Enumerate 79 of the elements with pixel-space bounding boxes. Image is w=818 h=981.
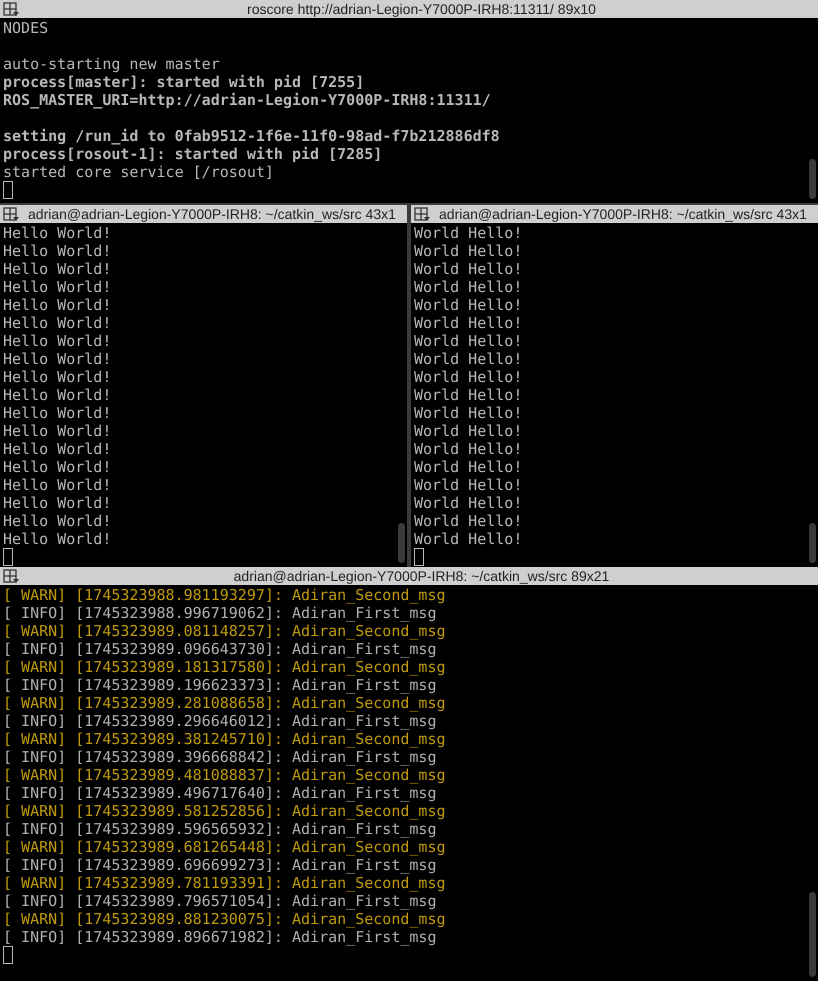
- scrollbar-thumb[interactable]: [808, 159, 816, 199]
- scrollbar-thumb[interactable]: [808, 523, 816, 563]
- terminal-line: World Hello!: [414, 476, 524, 494]
- terminal-line: World Hello!: [414, 386, 524, 404]
- terminal-line: Hello World!: [3, 458, 112, 476]
- terminal-line: [ WARN] [1745323989.881230075]: Adiran_Second_msg: [3, 910, 447, 928]
- terminal-line: [ WARN] [1745323989.381245710]: Adiran_Second_msg: [3, 730, 447, 748]
- terminal-line: [ WARN] [1745323989.181317580]: Adiran_Second_msg: [3, 658, 447, 676]
- terminal-line: [ INFO] [1745323989.896671982]: Adiran_First_msg: [3, 928, 438, 946]
- pane-title: adrian@adrian-Legion-Y7000P-IRH8: ~/catkin_ws/src 43x1: [438, 205, 808, 223]
- text-cursor: [3, 181, 13, 199]
- terminal-line: World Hello!: [414, 242, 524, 260]
- pane-title: adrian@adrian-Legion-Y7000P-IRH8: ~/catkin_ws/src 43x1: [27, 205, 397, 223]
- terminal-line: Hello World!: [3, 404, 112, 422]
- terminal-line: process[master]: started with pid [7255]: [3, 73, 366, 91]
- terminal-line: World Hello!: [414, 422, 524, 440]
- pane-title: adrian@adrian-Legion-Y7000P-IRH8: ~/catkin_ws/src 89x21: [232, 567, 610, 585]
- terminal-line: [ WARN] [1745323989.781193391]: Adiran_Second_msg: [3, 874, 447, 892]
- terminal-line: Hello World!: [3, 296, 112, 314]
- terminal-line: [ INFO] [1745323989.796571054]: Adiran_First_msg: [3, 892, 438, 910]
- terminal-line: World Hello!: [414, 494, 524, 512]
- terminal-menu-icon[interactable]: [3, 568, 19, 584]
- terminal-line: World Hello!: [414, 530, 524, 548]
- terminal-line: [ INFO] [1745323988.996719062]: Adiran_First_msg: [3, 604, 438, 622]
- terminal-line: [ INFO] [1745323989.596565932]: Adiran_First_msg: [3, 820, 438, 838]
- terminal-line: World Hello!: [414, 224, 524, 242]
- terminal-line: World Hello!: [414, 314, 524, 332]
- terminal-line: Hello World!: [3, 386, 112, 404]
- terminal-line: [ INFO] [1745323989.696699273]: Adiran_First_msg: [3, 856, 438, 874]
- terminal-line: [ INFO] [1745323989.096643730]: Adiran_First_msg: [3, 640, 438, 658]
- terminal-line: Hello World!: [3, 368, 112, 386]
- terminal-line: World Hello!: [414, 404, 524, 422]
- terminal-line: Hello World!: [3, 260, 112, 278]
- terminal-line: Hello World!: [3, 476, 112, 494]
- terminal-line: Hello World!: [3, 224, 112, 242]
- text-cursor: [3, 548, 13, 566]
- terminal-line: setting /run_id to 0fab9512-1f6e-11f0-98ad-f7b212886df8: [3, 127, 501, 145]
- terminal-line: auto-starting new master: [3, 55, 221, 73]
- terminal-line: ROS_MASTER_URI=http://adrian-Legion-Y7000P-IRH8:11311/: [3, 91, 492, 109]
- terminal-line: [ INFO] [1745323989.296646012]: Adiran_First_msg: [3, 712, 438, 730]
- terminal-line: Hello World!: [3, 242, 112, 260]
- terminal-line: World Hello!: [414, 260, 524, 278]
- terminal-line: [ WARN] [1745323989.481088837]: Adiran_Second_msg: [3, 766, 447, 784]
- terminal-line: [ WARN] [1745323989.581252856]: Adiran_Second_msg: [3, 802, 447, 820]
- terminal-menu-icon[interactable]: [3, 2, 19, 16]
- scrollbar-thumb[interactable]: [808, 892, 816, 977]
- terminal-line: [ INFO] [1745323989.496717640]: Adiran_First_msg: [3, 784, 438, 802]
- terminal-line: Hello World!: [3, 350, 112, 368]
- terminal-line: Hello World!: [3, 440, 112, 458]
- terminal-line: [ WARN] [1745323988.981193297]: Adiran_Second_msg: [3, 586, 447, 604]
- terminal-line: NODES: [3, 19, 50, 37]
- text-cursor: [414, 548, 424, 566]
- terminal-line: Hello World!: [3, 314, 112, 332]
- terminal-line: Hello World!: [3, 422, 112, 440]
- terminal-line: World Hello!: [414, 440, 524, 458]
- terminal-line: Hello World!: [3, 278, 112, 296]
- terminal-line: Hello World!: [3, 512, 112, 530]
- terminal-line: [ INFO] [1745323989.196623373]: Adiran_First_msg: [3, 676, 438, 694]
- terminal-line: Hello World!: [3, 530, 112, 548]
- terminal-line: World Hello!: [414, 512, 524, 530]
- terminal-line: process[rosout-1]: started with pid [7285]: [3, 145, 384, 163]
- terminal-line: World Hello!: [414, 368, 524, 386]
- text-cursor: [3, 946, 13, 964]
- scrollbar-thumb[interactable]: [398, 523, 404, 563]
- terminal-menu-icon[interactable]: [3, 206, 19, 222]
- terminal-line: [ INFO] [1745323989.396668842]: Adiran_First_msg: [3, 748, 438, 766]
- pane-title: roscore http://adrian-Legion-Y7000P-IRH8:11311/ 89x10: [246, 0, 597, 18]
- terminal-line: Hello World!: [3, 494, 112, 512]
- terminal-menu-icon[interactable]: [414, 206, 430, 222]
- terminal-line: World Hello!: [414, 332, 524, 350]
- terminal-line: [ WARN] [1745323989.081148257]: Adiran_Second_msg: [3, 622, 447, 640]
- terminal-line: World Hello!: [414, 296, 524, 314]
- terminal-line: [ WARN] [1745323989.281088658]: Adiran_Second_msg: [3, 694, 447, 712]
- terminal-line: [ WARN] [1745323989.681265448]: Adiran_Second_msg: [3, 838, 447, 856]
- terminal-line: World Hello!: [414, 458, 524, 476]
- terminal-line: World Hello!: [414, 350, 524, 368]
- terminal-line: started core service [/rosout]: [3, 163, 275, 181]
- terminal-line: Hello World!: [3, 332, 112, 350]
- terminal-line: World Hello!: [414, 278, 524, 296]
